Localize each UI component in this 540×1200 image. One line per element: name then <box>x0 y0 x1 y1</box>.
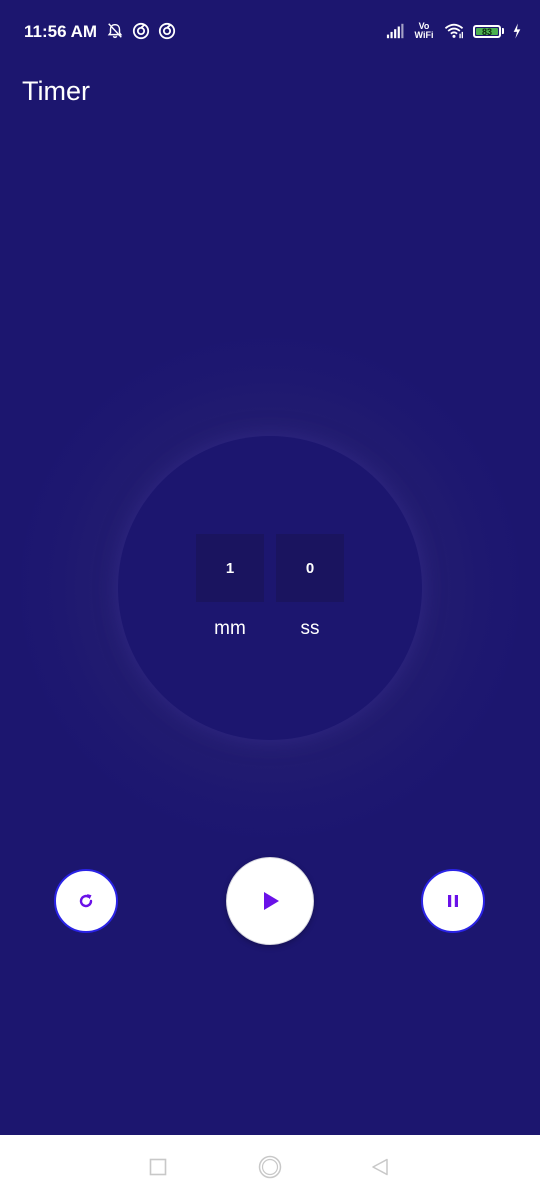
minutes-display[interactable]: 1 <box>196 534 264 602</box>
recent-apps-icon <box>149 1158 167 1176</box>
back-button[interactable] <box>368 1155 392 1179</box>
status-right-icons: Vo WiFi 83 <box>385 22 522 40</box>
battery-level: 83 <box>476 27 498 36</box>
play-button[interactable] <box>226 857 314 945</box>
battery-icon: 83 <box>473 24 504 38</box>
seconds-label: ss <box>300 618 320 639</box>
charging-icon <box>513 23 521 39</box>
minutes-label: mm <box>214 618 246 639</box>
minutes-value: 1 <box>225 559 235 577</box>
reset-button[interactable] <box>54 869 118 933</box>
status-time: 11:56 AM <box>24 22 98 41</box>
page-title: Timer <box>22 76 90 106</box>
refresh-icon <box>79 894 93 908</box>
app-notification-icon <box>132 22 150 40</box>
play-icon <box>264 892 279 910</box>
back-icon <box>372 1158 388 1176</box>
app-notification-icon <box>158 22 176 40</box>
status-bar: 11:56 AM Vo WiFi 83 <box>0 0 540 64</box>
muted-bell-icon <box>107 23 123 39</box>
vowifi-icon: Vo WiFi <box>413 22 435 40</box>
seconds-display[interactable]: 0 <box>276 534 344 602</box>
vowifi-line2: WiFi <box>414 30 434 40</box>
status-left-icons <box>106 22 176 40</box>
pause-button[interactable] <box>421 869 485 933</box>
recent-apps-button[interactable] <box>146 1155 170 1179</box>
signal-icon <box>386 23 404 39</box>
navigation-bar <box>0 1135 540 1200</box>
pause-icon <box>448 895 458 907</box>
home-icon <box>258 1155 282 1179</box>
seconds-value: 0 <box>305 559 315 577</box>
timer-dial <box>118 436 422 740</box>
wifi-icon <box>444 23 464 39</box>
home-button[interactable] <box>258 1155 282 1179</box>
